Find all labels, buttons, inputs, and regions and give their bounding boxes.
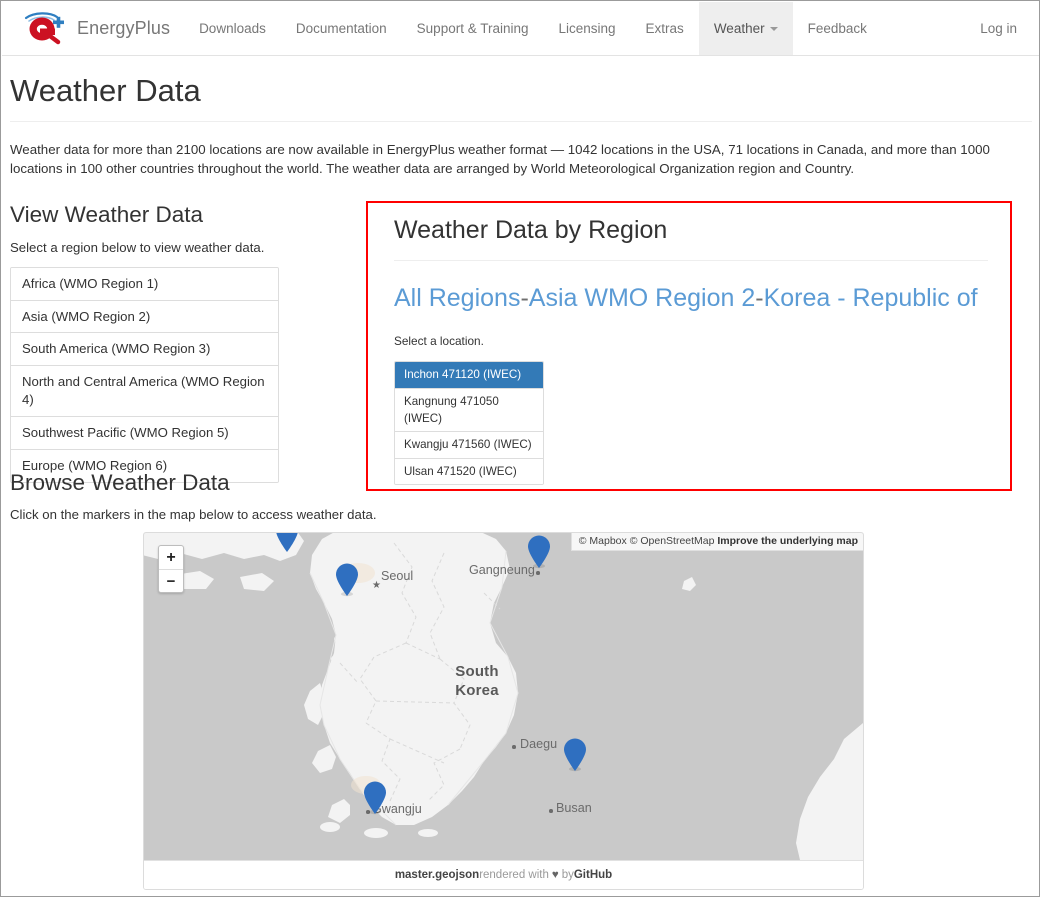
nav-label: Licensing <box>558 20 616 36</box>
breadcrumb-korea-republic-of[interactable]: Korea - Republic of <box>764 284 978 312</box>
brand-name: EnergyPlus <box>77 18 171 38</box>
nav-item-support-training[interactable]: Support & Training <box>402 2 544 55</box>
nav-label: Weather <box>713 20 765 36</box>
breadcrumb-separator: - <box>520 283 529 312</box>
region-item-south-america[interactable]: South America (WMO Region 3) <box>11 332 278 366</box>
region-item-southwest-pacific[interactable]: Southwest Pacific (WMO Region 5) <box>11 415 278 449</box>
map-marker-partial-top[interactable] <box>274 533 300 553</box>
nav-item-licensing[interactable]: Licensing <box>544 2 631 55</box>
nav-label: Support & Training <box>416 20 529 36</box>
city-label-daegu: Daegu <box>520 737 558 751</box>
map-footer-by: by <box>561 869 574 881</box>
region-item-north-central-america[interactable]: North and Central America (WMO Region 4) <box>11 365 278 416</box>
map-marker-kwangju[interactable] <box>362 781 388 815</box>
map-attribution-link[interactable]: Improve the underlying map <box>717 535 858 547</box>
region-panel-inner: Weather Data by Region All Regions-Asia … <box>368 203 1010 486</box>
view-weather-data-section: View Weather Data Select a region below … <box>10 201 296 483</box>
map-marker-kangnung[interactable] <box>526 535 552 569</box>
breadcrumb-asia-wmo-region-2[interactable]: Asia WMO Region 2 <box>529 284 755 312</box>
city-dot-daegu <box>512 745 516 749</box>
zoom-out-button[interactable]: − <box>159 569 183 592</box>
login-link[interactable]: Log in <box>965 2 1032 55</box>
intro-paragraph: Weather data for more than 2100 location… <box>10 142 990 177</box>
region-panel-divider <box>394 259 988 261</box>
nav-item-downloads[interactable]: Downloads <box>184 2 281 55</box>
map-attribution-text: © Mapbox © OpenStreetMap <box>578 535 718 547</box>
location-item-inchon[interactable]: Inchon 471120 (IWEC) <box>395 362 543 388</box>
nav-items: Downloads Documentation Support & Traini… <box>184 2 882 55</box>
nav-right: Log in <box>965 2 1039 55</box>
map-zoom-controls: + − <box>158 545 184 593</box>
map-canvas[interactable]: + − © Mapbox © OpenStreetMap Improve the… <box>144 533 863 860</box>
weather-map-container: + − © Mapbox © OpenStreetMap Improve the… <box>143 532 864 890</box>
nav-label: Extras <box>645 20 684 36</box>
login-label: Log in <box>980 20 1017 36</box>
breadcrumb: All Regions-Asia WMO Region 2-Korea - Re… <box>394 283 988 314</box>
map-footer-filename: master.geojson <box>394 869 480 881</box>
city-label-gangneung: Gangneung <box>469 563 535 577</box>
main-navbar: EnergyPlus Downloads Documentation Suppo… <box>2 2 1039 56</box>
city-dot-busan <box>549 809 553 813</box>
region-list: Africa (WMO Region 1) Asia (WMO Region 2… <box>10 266 279 483</box>
nav-item-documentation[interactable]: Documentation <box>281 2 402 55</box>
browse-section-subtitle: Click on the markers in the map below to… <box>10 506 377 522</box>
region-item-africa[interactable]: Africa (WMO Region 1) <box>11 267 278 300</box>
nav-label: Feedback <box>807 20 867 36</box>
heart-icon: ♥ <box>551 869 559 881</box>
energyplus-logo-icon <box>24 11 68 46</box>
region-item-asia[interactable]: Asia (WMO Region 2) <box>11 299 278 333</box>
chevron-down-icon <box>769 26 778 31</box>
capital-star-icon: ★ <box>372 580 381 591</box>
location-list: Inchon 471120 (IWEC) Kangnung 471050 (IW… <box>394 361 544 486</box>
nav-item-weather[interactable]: Weather <box>698 2 793 55</box>
title-divider <box>10 121 1032 123</box>
nav-item-feedback[interactable]: Feedback <box>793 2 882 55</box>
select-location-prompt: Select a location. <box>394 334 484 349</box>
region-panel-title: Weather Data by Region <box>394 215 668 244</box>
zoom-in-button[interactable]: + <box>159 546 183 569</box>
page-title: Weather Data <box>10 73 201 108</box>
map-attribution: © Mapbox © OpenStreetMap Improve the und… <box>570 533 863 551</box>
map-footer: master.geojson rendered with ♥ by GitHub <box>144 860 863 889</box>
nav-label: Downloads <box>199 20 266 36</box>
page-content: EnergyPlus Downloads Documentation Suppo… <box>2 2 1039 896</box>
breadcrumb-all-regions[interactable]: All Regions <box>394 284 520 312</box>
city-label-busan: Busan <box>556 801 592 815</box>
view-section-heading: View Weather Data <box>10 201 204 227</box>
city-label-seoul: Seoul <box>381 569 414 583</box>
browse-section-heading: Browse Weather Data <box>10 469 230 495</box>
view-section-subtitle: Select a region below to view weather da… <box>10 239 265 255</box>
location-item-kwangju[interactable]: Kwangju 471560 (IWEC) <box>395 431 543 458</box>
map-marker-ulsan[interactable] <box>562 738 588 772</box>
browser-window: EnergyPlus Downloads Documentation Suppo… <box>0 0 1040 897</box>
browse-weather-data-section: Browse Weather Data Click on the markers… <box>10 469 530 522</box>
brand-link[interactable]: EnergyPlus <box>12 2 184 55</box>
map-footer-mid: rendered with <box>479 869 549 881</box>
nav-label: Documentation <box>295 20 387 36</box>
map-marker-inchon[interactable] <box>334 563 360 597</box>
country-label-text: South Korea <box>455 663 499 699</box>
country-label-south-korea: South Korea <box>432 663 522 701</box>
breadcrumb-separator: - <box>755 283 764 312</box>
nav-item-extras[interactable]: Extras <box>631 2 699 55</box>
city-dot-gangneung <box>536 571 540 575</box>
weather-data-by-region-panel: Weather Data by Region All Regions-Asia … <box>366 200 1012 491</box>
location-item-kangnung[interactable]: Kangnung 471050 (IWEC) <box>395 387 543 432</box>
map-footer-source: GitHub <box>573 869 613 881</box>
